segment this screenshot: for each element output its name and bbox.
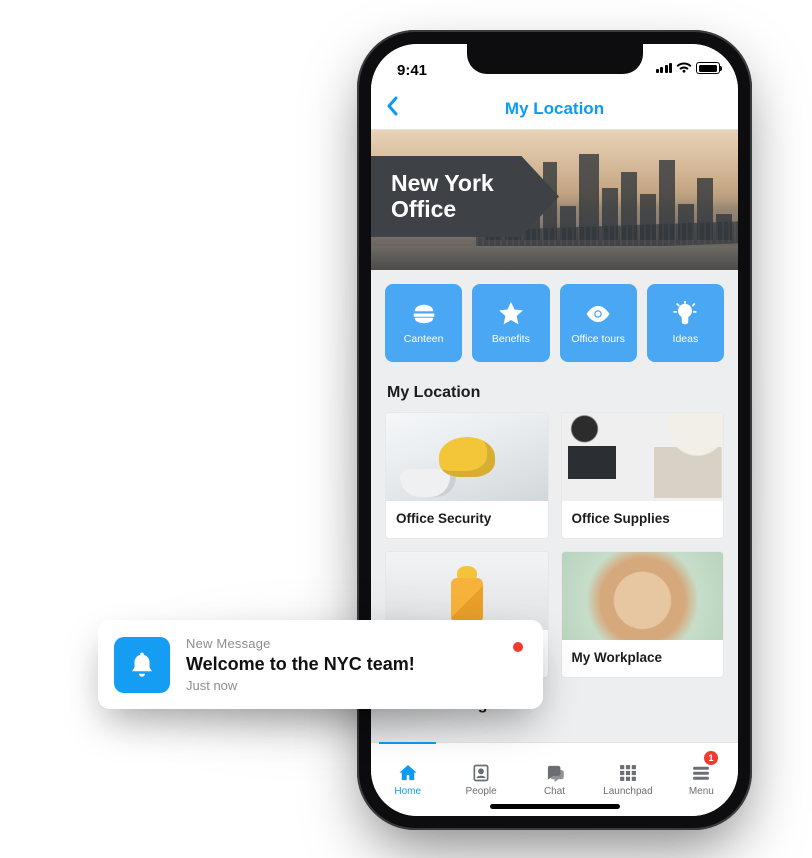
card-label: My Workplace [562, 640, 724, 677]
tab-label: People [466, 786, 497, 797]
tab-bar: Home People Chat Launchpad 1 [371, 742, 738, 816]
bell-icon [127, 650, 157, 680]
cellular-icon [656, 63, 673, 73]
notification-category: New Message [186, 636, 497, 651]
quick-tile-label: Office tours [571, 333, 625, 345]
tab-home[interactable]: Home [371, 743, 444, 816]
tab-badge: 1 [704, 751, 718, 765]
quick-tiles-row: Canteen Benefits Office tours Ideas [371, 270, 738, 366]
card-office-security[interactable]: Office Security [385, 412, 549, 539]
lightbulb-icon [672, 301, 698, 327]
quick-tile-ideas[interactable]: Ideas [647, 284, 724, 362]
wifi-icon [676, 62, 692, 74]
tab-label: Home [394, 786, 421, 797]
notification-unread-dot [513, 642, 523, 652]
notification-app-icon [114, 637, 170, 693]
notification-time: Just now [186, 678, 497, 693]
card-image [562, 552, 724, 640]
quick-tile-label: Benefits [492, 333, 530, 345]
quick-tile-canteen[interactable]: Canteen [385, 284, 462, 362]
star-icon [498, 301, 524, 327]
grid-icon [617, 763, 639, 783]
section-title-my-location: My Location [371, 366, 738, 412]
hero-title-line1: New York [391, 170, 537, 196]
nav-title: My Location [505, 99, 604, 119]
burger-icon [411, 301, 437, 327]
status-time: 9:41 [397, 62, 427, 79]
quick-tile-label: Canteen [404, 333, 444, 345]
people-icon [470, 763, 492, 783]
chevron-left-icon [385, 96, 399, 116]
hero-title-tag: New York Office [371, 156, 559, 237]
menu-icon [690, 763, 712, 783]
quick-tile-office-tours[interactable]: Office tours [560, 284, 637, 362]
notification-title: Welcome to the NYC team! [186, 654, 497, 675]
card-image [386, 413, 548, 501]
hero-title-line2: Office [391, 196, 537, 222]
eye-icon [585, 301, 611, 327]
nav-bar: My Location [371, 88, 738, 130]
notification-toast[interactable]: New Message Welcome to the NYC team! Jus… [98, 620, 543, 709]
hero-banner: New York Office [371, 130, 738, 270]
back-button[interactable] [385, 96, 399, 122]
tab-label: Menu [689, 786, 714, 797]
home-indicator[interactable] [490, 804, 620, 809]
card-image [562, 413, 724, 501]
quick-tile-label: Ideas [673, 333, 699, 345]
tab-label: Chat [544, 786, 565, 797]
tab-menu[interactable]: 1 Menu [665, 743, 738, 816]
card-my-workplace[interactable]: My Workplace [561, 551, 725, 678]
card-office-supplies[interactable]: Office Supplies [561, 412, 725, 539]
battery-icon [696, 62, 720, 74]
home-icon [397, 763, 419, 783]
tab-label: Launchpad [603, 786, 653, 797]
quick-tile-benefits[interactable]: Benefits [472, 284, 549, 362]
chat-icon [544, 763, 566, 783]
notch [467, 44, 643, 74]
card-label: Office Supplies [562, 501, 724, 538]
card-label: Office Security [386, 501, 548, 538]
